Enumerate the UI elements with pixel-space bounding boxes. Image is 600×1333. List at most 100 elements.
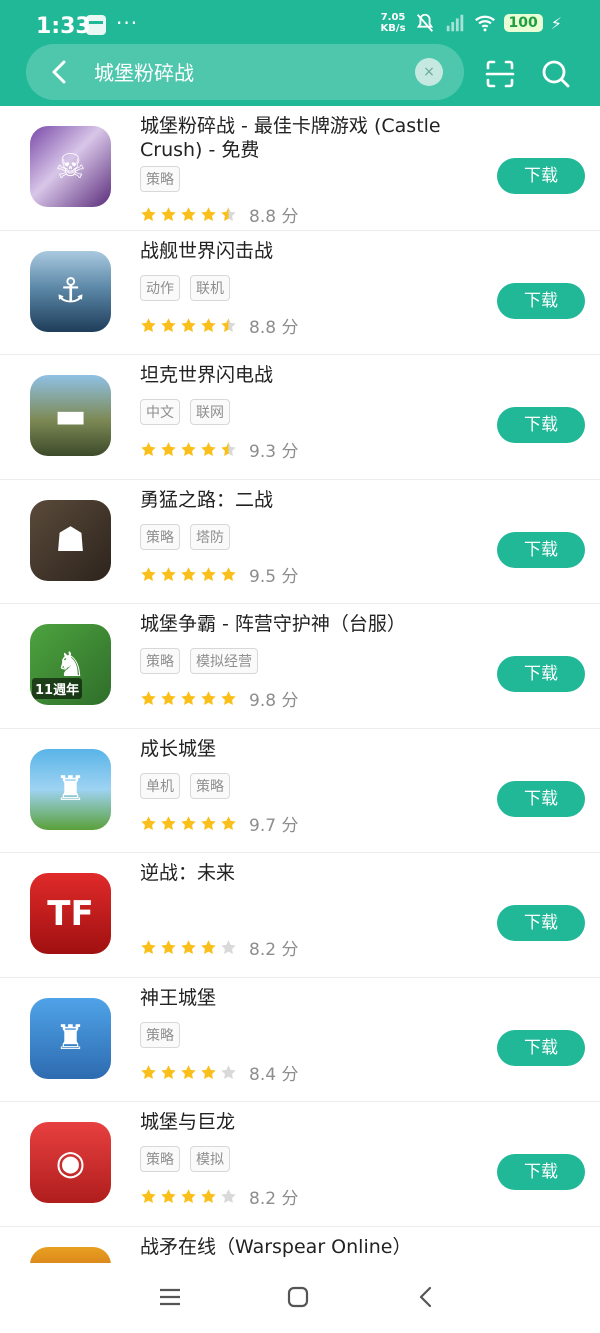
back-icon[interactable] (414, 1285, 438, 1309)
download-button[interactable]: 下载 (497, 905, 585, 941)
god-king-castle-icon[interactable]: ♜ (30, 997, 111, 1079)
app-title[interactable]: 城堡与巨龙 (140, 1110, 480, 1134)
back-arrow-icon[interactable] (40, 52, 80, 92)
download-button[interactable]: 下载 (497, 158, 585, 194)
castles-dragons-icon[interactable]: ◉ (30, 1122, 111, 1203)
app-rating: 8.8 分 (140, 313, 298, 338)
app-icon-glyph: ◉ (55, 1142, 86, 1183)
scan-icon[interactable] (484, 58, 516, 90)
list-item[interactable]: ♜ 神王城堡 策略 8.4 分 下载 (0, 978, 600, 1102)
signal-icon (446, 14, 463, 32)
star-icon (181, 815, 196, 830)
star-icon (221, 1064, 236, 1079)
app-tag: 策略 (140, 648, 180, 674)
status-time: 1:33 (36, 14, 91, 39)
app-title[interactable]: 城堡粉碎战 - 最佳卡牌游戏 (Castle Crush) - 免费 (140, 114, 480, 162)
star-icon (201, 442, 216, 456)
app-title[interactable]: 坦克世界闪电战 (140, 363, 480, 387)
road-to-valor-icon[interactable]: ☗ (30, 499, 111, 581)
app-title[interactable]: 逆战：未来 (140, 861, 480, 885)
app-rating: 9.3 分 (140, 437, 298, 462)
star-icon (141, 566, 156, 581)
app-icon-glyph: ♜ (55, 769, 86, 809)
rating-stars (140, 939, 237, 956)
top-header: 1:33 ··· 7.05 KB/s 100 ⚡ 城堡粉碎战 × (0, 0, 600, 106)
app-tags: 中文 联网 (140, 399, 230, 425)
list-item[interactable]: ♜ 成长城堡 单机 策略 9.7 分 下载 (0, 729, 600, 853)
star-icon (181, 317, 196, 332)
star-icon (141, 442, 156, 456)
charging-icon: ⚡ (550, 13, 562, 33)
list-item[interactable]: ◉ 城堡与巨龙 策略 模拟 8.2 分 下载 (0, 1102, 600, 1227)
star-icon (161, 442, 176, 456)
download-button[interactable]: 下载 (497, 407, 585, 443)
menu-icon[interactable] (158, 1285, 182, 1309)
app-title[interactable]: 成长城堡 (140, 737, 480, 761)
rating-score: 8.8 分 (249, 317, 299, 338)
net-speed: 7.05 KB/s (380, 12, 406, 34)
star-icon (161, 207, 176, 221)
app-title[interactable]: 战矛在线（Warspear Online） (140, 1235, 480, 1259)
star-icon (141, 691, 156, 705)
download-button[interactable]: 下载 (497, 531, 585, 568)
app-rating: 8.2 分 (140, 935, 298, 960)
warspear-icon[interactable] (30, 1246, 111, 1263)
star-icon (181, 566, 196, 581)
download-button[interactable]: 下载 (497, 282, 585, 319)
star-icon (161, 691, 176, 705)
star-icon (161, 940, 176, 954)
list-item[interactable]: 战矛在线（Warspear Online） (0, 1227, 600, 1263)
nizhan-future-icon[interactable]: TF (30, 873, 111, 954)
app-rating: 8.8 分 (140, 202, 298, 227)
star-icon (201, 207, 216, 221)
list-item[interactable]: TF 逆战：未来 8.2 分 下载 (0, 853, 600, 978)
search-box[interactable]: 城堡粉碎战 × (26, 44, 464, 100)
tank-blitz-icon[interactable]: ▬ (30, 375, 111, 456)
app-tags: 策略 塔防 (140, 523, 230, 550)
home-icon[interactable] (286, 1285, 310, 1309)
castle-crush-icon[interactable]: ☠ (30, 126, 111, 207)
app-title[interactable]: 神王城堡 (140, 986, 480, 1010)
app-icon-badge: 11週年 (32, 678, 83, 699)
list-item[interactable]: ⚓ 战舰世界闪击战 动作 联机 8.8 分 下载 (0, 231, 600, 355)
list-item[interactable]: ▬ 坦克世界闪电战 中文 联网 9.3 分 下载 (0, 355, 600, 480)
rating-stars (140, 815, 237, 832)
app-title[interactable]: 战舰世界闪击战 (140, 239, 480, 263)
rating-stars (140, 206, 237, 223)
rating-stars (140, 566, 237, 583)
star-icon (141, 940, 156, 954)
app-title[interactable]: 勇猛之路：二战 (140, 488, 480, 512)
star-icon (221, 815, 236, 830)
star-icon (161, 566, 176, 581)
app-tags: 策略 (140, 166, 180, 192)
app-icon-glyph: ▬ (54, 395, 87, 436)
app-tags: 策略 模拟 (140, 1146, 230, 1172)
clear-search-button[interactable]: × (415, 58, 443, 86)
list-item[interactable]: ☠ 城堡粉碎战 - 最佳卡牌游戏 (Castle Crush) - 免费策略 8.8… (0, 106, 600, 231)
search-input[interactable]: 城堡粉碎战 (94, 57, 194, 86)
app-tags: 动作 联机 (140, 274, 230, 301)
star-icon (221, 1189, 236, 1203)
app-title[interactable]: 城堡争霸 - 阵营守护神（台服） (140, 612, 480, 636)
star-icon (141, 207, 156, 221)
search-icon[interactable] (540, 58, 572, 90)
app-tag: 中文 (140, 399, 180, 425)
list-item[interactable]: ☗ 勇猛之路：二战 策略 塔防 9.5 分 下载 (0, 480, 600, 604)
download-button[interactable]: 下载 (497, 1154, 585, 1190)
star-icon (201, 566, 216, 581)
search-results-list[interactable]: ☠ 城堡粉碎战 - 最佳卡牌游戏 (Castle Crush) - 免费策略 8.8… (0, 106, 600, 1263)
grow-castle-icon[interactable]: ♜ (30, 748, 111, 830)
app-tag: 模拟 (190, 1146, 230, 1172)
app-icon-glyph: TF (47, 893, 94, 934)
list-item[interactable]: ♞ 11週年 城堡争霸 - 阵营守护神（台服） 策略 模拟经营 9.8 分 下载 (0, 604, 600, 729)
app-icon-glyph: ☠ (55, 146, 86, 187)
warships-blitz-icon[interactable]: ⚓ (30, 250, 111, 332)
rating-stars (140, 690, 237, 707)
download-button[interactable]: 下载 (497, 656, 585, 692)
star-icon (181, 1189, 196, 1203)
download-button[interactable]: 下载 (497, 1029, 585, 1066)
app-icon-glyph: ♜ (55, 1018, 86, 1058)
castle-clash-icon[interactable]: ♞ 11週年 (30, 624, 111, 705)
download-button[interactable]: 下载 (497, 780, 585, 817)
rating-score: 9.8 分 (249, 691, 299, 711)
